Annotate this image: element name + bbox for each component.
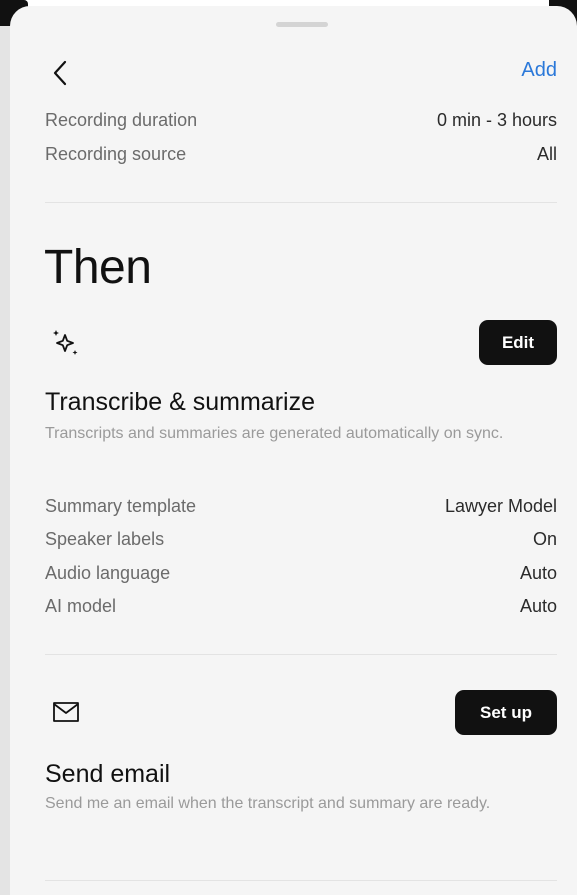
divider [45, 654, 557, 655]
divider [45, 880, 557, 881]
edit-button[interactable]: Edit [479, 320, 557, 365]
bottom-sheet: Add Recording duration 0 min - 3 hours R… [10, 6, 577, 895]
setting-label: Audio language [45, 563, 171, 583]
setting-value: Auto [519, 596, 557, 616]
transcribe-description: Transcripts and summaries are generated … [45, 425, 504, 442]
mail-icon [53, 702, 79, 722]
setting-label: Summary template [45, 496, 197, 516]
divider [45, 202, 557, 203]
setting-label: AI model [45, 596, 117, 616]
condition-value: All [536, 144, 557, 164]
condition-value: 0 min - 3 hours [436, 110, 557, 130]
setting-value: Auto [519, 563, 557, 583]
drag-handle[interactable] [276, 22, 328, 27]
set-up-button[interactable]: Set up [455, 690, 557, 735]
condition-row: Recording duration 0 min - 3 hours [45, 110, 557, 131]
setting-row: Audio language Auto [45, 563, 557, 584]
back-button[interactable] [46, 56, 74, 90]
sparkles-icon [53, 330, 78, 355]
setting-row: Speaker labels On [45, 529, 557, 550]
email-description: Send me an email when the transcript and… [45, 795, 491, 812]
setting-value: On [532, 529, 557, 549]
backdrop [0, 0, 10, 895]
add-button[interactable]: Add [521, 59, 557, 82]
email-title: Send email [45, 760, 171, 788]
then-heading: Then [44, 241, 152, 294]
chevron-left-icon [53, 60, 67, 86]
setting-row: AI model Auto [45, 596, 557, 617]
setting-label: Speaker labels [45, 529, 165, 549]
setting-value: Lawyer Model [444, 496, 557, 516]
condition-row: Recording source All [45, 144, 557, 165]
transcribe-title: Transcribe & summarize [45, 388, 315, 416]
setting-row: Summary template Lawyer Model [45, 496, 557, 517]
condition-label: Recording source [45, 144, 187, 164]
condition-label: Recording duration [45, 110, 198, 130]
